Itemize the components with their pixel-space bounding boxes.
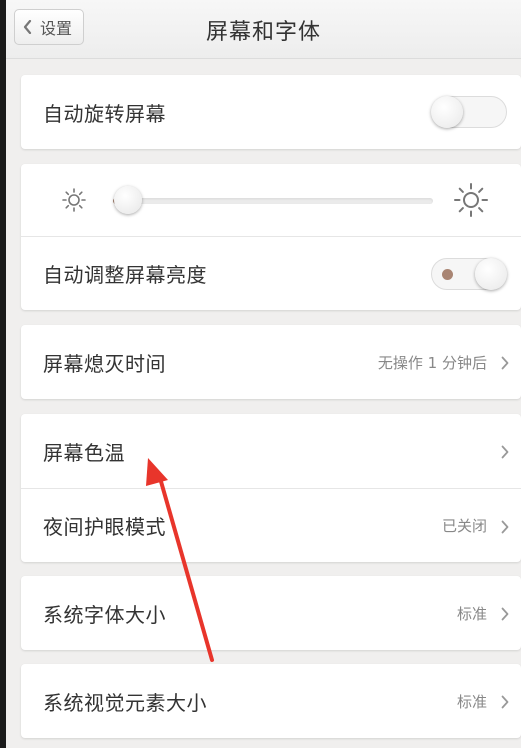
chevron-right-icon (501, 519, 509, 538)
chevron-right-icon (501, 355, 509, 374)
brightness-card: 自动调整屏幕亮度 (21, 164, 521, 310)
auto-rotate-label: 自动旋转屏幕 (43, 101, 166, 126)
night-mode-value: 已关闭 (441, 517, 487, 535)
display-color-card: 屏幕色温 夜间护眼模式 已关闭 (21, 414, 521, 562)
screen-timeout-row[interactable]: 屏幕熄灭时间 无操作 1 分钟后 (21, 325, 521, 399)
chevron-right-icon (501, 606, 509, 625)
font-size-card: 系统字体大小 标准 (21, 576, 521, 650)
font-size-label: 系统字体大小 (43, 602, 166, 627)
color-temp-label: 屏幕色温 (43, 440, 125, 465)
visual-size-value: 标准 (456, 692, 487, 711)
sun-small-icon (61, 187, 87, 217)
night-mode-label: 夜间护眼模式 (43, 515, 166, 539)
visual-size-card: 系统视觉元素大小 标准 (21, 664, 521, 738)
nav-bar: 设置 屏幕和字体 (6, 0, 521, 59)
chevron-right-icon (501, 694, 509, 713)
toggle-on-dot (442, 268, 453, 280)
brightness-slider-row (21, 164, 521, 236)
night-mode-row[interactable]: 夜间护眼模式 已关闭 (21, 488, 521, 562)
auto-brightness-toggle[interactable] (431, 257, 507, 290)
chevron-right-icon (501, 444, 509, 463)
font-size-row[interactable]: 系统字体大小 标准 (21, 576, 521, 650)
toggle-knob (431, 96, 463, 128)
auto-brightness-row: 自动调整屏幕亮度 (21, 236, 521, 310)
color-temp-row[interactable]: 屏幕色温 (21, 414, 521, 488)
auto-brightness-label: 自动调整屏幕亮度 (43, 263, 207, 287)
toggle-knob (475, 257, 507, 290)
auto-rotate-card: 自动旋转屏幕 (21, 75, 521, 149)
settings-screen: 设置 屏幕和字体 自动旋转屏幕 自动调整屏幕亮度 屏幕熄灭时间 无操作 1 分钟… (6, 0, 521, 748)
brightness-track[interactable] (113, 198, 433, 204)
auto-rotate-row: 自动旋转屏幕 (21, 75, 521, 149)
visual-size-row[interactable]: 系统视觉元素大小 标准 (21, 664, 521, 738)
visual-size-label: 系统视觉元素大小 (43, 690, 207, 715)
screen-timeout-label: 屏幕熄灭时间 (43, 351, 166, 376)
font-size-value: 标准 (456, 604, 487, 623)
screen-timeout-card: 屏幕熄灭时间 无操作 1 分钟后 (21, 325, 521, 399)
brightness-thumb[interactable] (113, 186, 142, 214)
auto-rotate-toggle[interactable] (431, 96, 507, 128)
sun-large-icon (453, 182, 489, 222)
page-title: 屏幕和字体 (205, 20, 321, 45)
screen-timeout-value: 无操作 1 分钟后 (377, 353, 487, 372)
